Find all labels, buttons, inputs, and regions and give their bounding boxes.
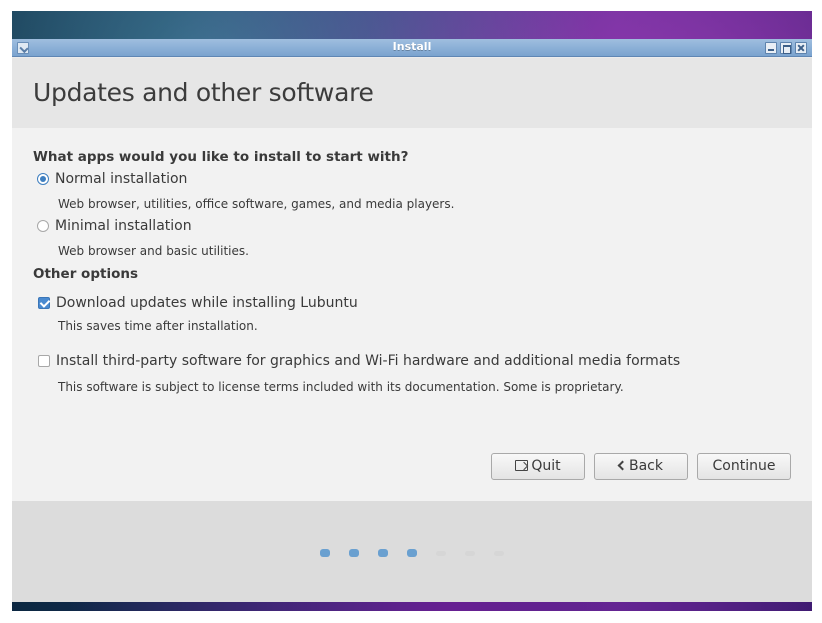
progress-dot <box>494 551 504 556</box>
screen-edge-top <box>0 0 822 11</box>
page-title: Updates and other software <box>33 78 374 107</box>
third-party-software-checkbox[interactable] <box>38 355 50 367</box>
minimize-button[interactable] <box>765 42 777 54</box>
third-party-software-label[interactable]: Install third-party software for graphic… <box>56 353 680 369</box>
back-button-label: Back <box>629 458 663 474</box>
installer-window: Install Updates and other software What … <box>12 39 812 602</box>
download-updates-label[interactable]: Download updates while installing Lubunt… <box>56 295 358 311</box>
download-updates-checkbox[interactable] <box>38 297 50 309</box>
maximize-button[interactable] <box>780 42 792 54</box>
minimal-installation-description: Web browser and basic utilities. <box>58 244 249 258</box>
quit-button[interactable]: Quit <box>491 453 585 480</box>
page-header: Updates and other software <box>12 58 812 128</box>
normal-installation-label[interactable]: Normal installation <box>55 171 187 187</box>
progress-dot <box>349 549 359 557</box>
screen-edge-left <box>0 0 12 623</box>
close-button[interactable] <box>795 42 807 54</box>
minimal-installation-radio[interactable] <box>37 220 49 232</box>
normal-installation-radio[interactable] <box>37 173 49 185</box>
page-content: What apps would you like to install to s… <box>12 128 812 501</box>
quit-button-label: Quit <box>531 458 561 474</box>
screen-edge-right <box>812 0 822 623</box>
continue-button[interactable]: Continue <box>697 453 791 480</box>
apps-question: What apps would you like to install to s… <box>33 149 409 165</box>
other-options-title: Other options <box>33 266 138 282</box>
progress-dot <box>320 549 330 557</box>
quit-icon <box>515 459 529 471</box>
window-title: Install <box>392 40 432 53</box>
normal-installation-description: Web browser, utilities, office software,… <box>58 197 455 211</box>
chevron-left-icon <box>617 460 628 470</box>
download-updates-description: This saves time after installation. <box>58 319 258 333</box>
screen-edge-bottom <box>0 611 822 623</box>
progress-footer <box>12 501 812 602</box>
progress-dot <box>378 549 388 557</box>
title-bar[interactable]: Install <box>12 39 812 57</box>
minimal-installation-label[interactable]: Minimal installation <box>55 218 192 234</box>
progress-dot <box>465 551 475 556</box>
third-party-software-description: This software is subject to license term… <box>58 380 624 394</box>
progress-dot <box>407 549 417 557</box>
back-button[interactable]: Back <box>594 453 688 480</box>
continue-button-label: Continue <box>712 458 776 474</box>
progress-dot <box>436 551 446 556</box>
